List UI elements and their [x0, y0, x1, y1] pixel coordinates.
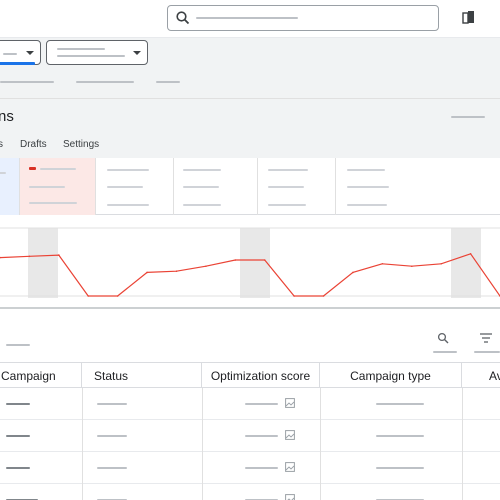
chart-data-point: [116, 295, 119, 297]
chevron-down-icon: [26, 51, 34, 55]
column-divider: [202, 452, 203, 484]
account-dropdown[interactable]: [0, 40, 41, 65]
chart-data-point: [87, 295, 90, 297]
tab-drafts[interactable]: Drafts: [20, 139, 47, 150]
filter-bar: [0, 38, 500, 98]
chart-weekend-band: [28, 228, 58, 298]
search-icon: [176, 11, 190, 25]
metric-color-chip: [29, 167, 36, 170]
optimization-score-cell: [245, 403, 278, 405]
metric-card[interactable]: [96, 158, 174, 215]
column-header-optimization-score[interactable]: Optimization score: [202, 362, 320, 388]
optimization-score-cell: [245, 435, 278, 437]
column-divider: [462, 484, 463, 500]
metric-card[interactable]: [336, 158, 500, 215]
column-divider: [202, 420, 203, 452]
chart-data-point: [146, 271, 148, 274]
chart-data-point: [58, 254, 60, 256]
top-app-bar: [0, 0, 500, 38]
campaign-name-cell: [6, 467, 30, 469]
chart-data-point: [352, 271, 354, 274]
chart-data-point: [381, 262, 384, 265]
column-header-more[interactable]: Av: [462, 362, 500, 388]
chart-data-point: [175, 270, 178, 272]
chart-data-point: [469, 253, 472, 255]
metric-card[interactable]: [258, 158, 336, 215]
page-header: ns s Drafts Settings: [0, 98, 500, 158]
filter-icon[interactable]: [480, 333, 492, 343]
optimization-score-cell: [245, 467, 278, 469]
toolbar-label: [6, 344, 30, 346]
column-divider: [320, 420, 321, 452]
status-cell: [97, 403, 127, 405]
column-divider: [82, 388, 83, 420]
metric-cards: [0, 158, 500, 215]
selected-indicator: [0, 62, 35, 65]
table-row[interactable]: [0, 388, 500, 420]
chart-data-point: [322, 295, 325, 297]
metric-card-selected-red[interactable]: [20, 158, 96, 215]
chart-data-point: [263, 259, 266, 261]
header-action[interactable]: [451, 116, 485, 118]
campaign-type-cell: [376, 403, 424, 405]
search-placeholder: [196, 17, 298, 19]
column-divider: [202, 484, 203, 500]
reports-icon[interactable]: [462, 10, 476, 24]
image-icon[interactable]: [285, 398, 295, 408]
column-divider: [462, 420, 463, 452]
column-divider: [82, 484, 83, 500]
filter-chip[interactable]: [0, 81, 54, 83]
column-header-status[interactable]: Status: [82, 362, 202, 388]
chevron-down-icon: [133, 51, 141, 55]
campaign-name-cell: [6, 435, 30, 437]
chart-data-point: [234, 259, 237, 261]
chart-data-point: [410, 265, 413, 268]
column-divider: [462, 452, 463, 484]
tab-campaigns[interactable]: s: [0, 139, 3, 150]
chart-data-point: [28, 255, 31, 258]
chart-data-point: [440, 262, 442, 265]
table-row[interactable]: [0, 420, 500, 452]
tab-settings[interactable]: Settings: [63, 139, 99, 150]
filter-chip[interactable]: [156, 81, 180, 83]
campaign-type-cell: [376, 435, 424, 437]
status-cell: [97, 467, 127, 469]
filter-chip[interactable]: [76, 81, 134, 83]
chart-weekend-band: [240, 228, 270, 298]
image-icon[interactable]: [285, 462, 295, 472]
column-divider: [320, 388, 321, 420]
image-icon[interactable]: [285, 494, 295, 500]
campaign-name-cell: [6, 403, 30, 405]
chart-data-point: [205, 265, 207, 268]
column-divider: [82, 452, 83, 484]
page-title: ns: [0, 108, 14, 125]
column-header-campaign[interactable]: Campaign: [0, 362, 82, 388]
column-divider: [320, 452, 321, 484]
chart-data-point: [293, 295, 295, 297]
campaign-type-cell: [376, 467, 424, 469]
table-row[interactable]: [0, 452, 500, 484]
campaigns-table: Campaign Status Optimization score Campa…: [0, 362, 500, 500]
table-toolbar: [0, 324, 500, 362]
global-search-box[interactable]: [167, 5, 439, 31]
table-row[interactable]: [0, 484, 500, 500]
column-divider: [202, 388, 203, 420]
column-header-campaign-type[interactable]: Campaign type: [320, 362, 462, 388]
column-divider: [462, 388, 463, 420]
status-cell: [97, 435, 127, 437]
performance-chart[interactable]: [0, 226, 500, 311]
date-range-dropdown[interactable]: [46, 40, 148, 65]
image-icon[interactable]: [285, 430, 295, 440]
column-divider: [82, 420, 83, 452]
metric-card[interactable]: [174, 158, 258, 215]
metric-card-selected[interactable]: [0, 158, 20, 215]
search-icon[interactable]: [437, 332, 449, 344]
column-divider: [320, 484, 321, 500]
